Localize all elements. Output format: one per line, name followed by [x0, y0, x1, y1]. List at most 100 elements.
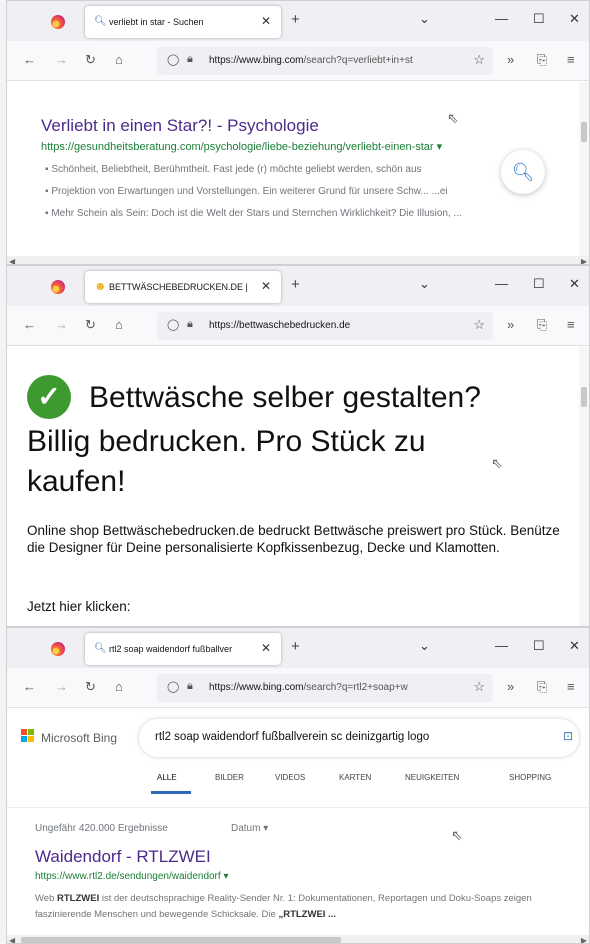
firefox-logo-icon[interactable] [51, 15, 65, 29]
close-tab-icon[interactable]: ✕ [261, 14, 271, 28]
close-window-button[interactable]: ✕ [569, 276, 580, 292]
maximize-button[interactable]: ☐ [533, 638, 545, 654]
result-bullets: Schönheit, Beliebtheit, Berühmtheit. Fas… [45, 164, 575, 230]
forward-icon[interactable]: → [55, 52, 68, 67]
vertical-scrollbar[interactable] [579, 82, 589, 264]
scroll-right-icon[interactable]: ▶ [581, 936, 587, 943]
new-tab-button[interactable]: + [291, 276, 300, 293]
firefox-logo-icon[interactable] [51, 280, 65, 294]
home-icon[interactable]: ⌂ [115, 679, 123, 694]
new-tab-button[interactable]: + [291, 638, 300, 655]
forward-icon[interactable]: → [55, 317, 68, 332]
forward-icon[interactable]: → [55, 679, 68, 694]
maximize-button[interactable]: ☐ [533, 11, 545, 27]
search-icon: 🔍︎ [94, 643, 107, 654]
close-tab-icon[interactable]: ✕ [261, 279, 271, 293]
overflow-menu-icon[interactable]: » [507, 679, 514, 694]
bookmark-star-icon[interactable]: ☆ [473, 52, 485, 68]
active-tab[interactable]: ☻ BETTWÄSCHEBEDRUCKEN.DE | ✕ [85, 271, 281, 303]
active-tab-underline [151, 791, 191, 794]
reload-icon[interactable]: ↻ [85, 52, 96, 68]
extensions-icon[interactable]: ⎘ [537, 317, 547, 333]
close-tab-icon[interactable]: ✕ [261, 641, 271, 655]
visual-search-icon[interactable]: ⊡ [563, 729, 573, 743]
scroll-right-icon[interactable]: ▶ [581, 257, 587, 264]
list-tabs-chevron-icon[interactable]: ⌄ [419, 638, 430, 654]
maximize-button[interactable]: ☐ [533, 276, 545, 292]
home-icon[interactable]: ⌂ [115, 317, 123, 332]
reload-icon[interactable]: ↻ [85, 317, 96, 333]
shield-icon[interactable]: ◯ [167, 53, 179, 66]
page-content: ✓ Bettwäsche selber gestalten? Billig be… [7, 347, 589, 626]
lock-icon[interactable]: 🔒︎ [187, 680, 193, 693]
result-title-link[interactable]: Waidendorf - RTLZWEI [35, 847, 211, 867]
result-title-link[interactable]: Verliebt in einen Star?! - Psychologie [41, 116, 319, 136]
lock-icon[interactable]: 🔒︎ [187, 53, 193, 66]
nav-bar: ← → ↻ ⌂ ◯ 🔒︎ https://www.bing.com/search… [7, 41, 589, 81]
tab-videos[interactable]: VIDEOS [275, 773, 305, 782]
bing-brand[interactable]: Microsoft Bing [41, 731, 117, 745]
mouse-cursor-icon: ⇖ [447, 110, 459, 126]
result-url[interactable]: https://gesundheitsberatung.com/psycholo… [41, 140, 442, 153]
lock-icon[interactable]: 🔒︎ [187, 318, 193, 331]
scroll-left-icon[interactable]: ◀ [9, 936, 15, 943]
scrollbar-thumb[interactable] [581, 122, 587, 142]
back-icon[interactable]: ← [23, 679, 36, 694]
minimize-button[interactable]: — [495, 638, 508, 653]
address-bar[interactable]: ◯ 🔒︎ https://bettwaschebedrucken.de ☆ [157, 312, 493, 340]
list-item: Schönheit, Beliebtheit, Berühmtheit. Fas… [45, 164, 575, 186]
vertical-scrollbar[interactable] [579, 347, 589, 626]
address-bar[interactable]: ◯ 🔒︎ https://www.bing.com/search?q=verli… [157, 47, 493, 75]
hamburger-menu-icon[interactable]: ≡ [567, 52, 575, 67]
shield-icon[interactable]: ◯ [167, 318, 179, 331]
active-tab[interactable]: 🔍︎ verliebt in star - Suchen ✕ [85, 6, 281, 38]
url-text: https://bettwaschebedrucken.de [209, 320, 351, 331]
hamburger-menu-icon[interactable]: ≡ [567, 317, 575, 332]
horizontal-scrollbar[interactable]: ◀ ▶ [7, 935, 589, 943]
scroll-left-icon[interactable]: ◀ [9, 257, 15, 264]
list-tabs-chevron-icon[interactable]: ⌄ [419, 11, 430, 27]
extensions-icon[interactable]: ⎘ [537, 52, 547, 68]
minimize-button[interactable]: — [495, 276, 508, 291]
search-query: rtl2 soap waidendorf fußballverein sc de… [155, 731, 430, 743]
date-filter-dropdown[interactable]: Datum ▾ [231, 823, 268, 834]
bing-search-input[interactable]: rtl2 soap waidendorf fußballverein sc de… [139, 719, 579, 757]
scrollbar-thumb[interactable] [21, 937, 341, 943]
page-heading: Bettwäsche selber gestalten? [89, 381, 481, 414]
close-window-button[interactable]: ✕ [569, 11, 580, 27]
scrollbar-thumb[interactable] [581, 387, 587, 407]
search-icon: 🔍︎ [94, 16, 107, 27]
tab-maps[interactable]: KARTEN [339, 773, 371, 782]
firefox-logo-icon[interactable] [51, 642, 65, 656]
bookmark-star-icon[interactable]: ☆ [473, 317, 485, 333]
microsoft-logo-icon[interactable] [21, 729, 35, 743]
tab-images[interactable]: BILDER [215, 773, 244, 782]
result-url[interactable]: https://www.rtl2.de/sendungen/waidendorf… [35, 871, 228, 882]
list-item: Mehr Schein als Sein: Doch ist die Welt … [45, 208, 575, 230]
home-icon[interactable]: ⌂ [115, 52, 123, 67]
new-tab-button[interactable]: + [291, 11, 300, 28]
overflow-menu-icon[interactable]: » [507, 52, 514, 67]
tab-all[interactable]: ALLE [157, 773, 177, 782]
close-window-button[interactable]: ✕ [569, 638, 580, 654]
address-bar[interactable]: ◯ 🔒︎ https://www.bing.com/search?q=rtl2+… [157, 674, 493, 702]
horizontal-scrollbar[interactable]: ◀ ▶ [7, 256, 589, 264]
browser-window-3: 🔍︎ rtl2 soap waidendorf fußballver ✕ + ⌄… [6, 627, 590, 944]
overflow-menu-icon[interactable]: » [507, 317, 514, 332]
active-tab[interactable]: 🔍︎ rtl2 soap waidendorf fußballver ✕ [85, 633, 281, 665]
extensions-icon[interactable]: ⎘ [537, 679, 547, 695]
back-icon[interactable]: ← [23, 317, 36, 332]
back-icon[interactable]: ← [23, 52, 36, 67]
shield-icon[interactable]: ◯ [167, 680, 179, 693]
list-tabs-chevron-icon[interactable]: ⌄ [419, 276, 430, 292]
bookmark-star-icon[interactable]: ☆ [473, 679, 485, 695]
tab-bar: 🔍︎ rtl2 soap waidendorf fußballver ✕ + ⌄… [7, 628, 589, 668]
reload-icon[interactable]: ↻ [85, 679, 96, 695]
cta-text[interactable]: Jetzt hier klicken: [27, 599, 131, 614]
tab-shopping[interactable]: SHOPPING [509, 773, 551, 782]
hamburger-menu-icon[interactable]: ≡ [567, 679, 575, 694]
tab-news[interactable]: NEUIGKEITEN [405, 773, 459, 782]
url-text: https://www.bing.com/search?q=verliebt+i… [209, 55, 413, 66]
minimize-button[interactable]: — [495, 11, 508, 26]
floating-search-button[interactable]: 🔍︎ [501, 150, 545, 194]
